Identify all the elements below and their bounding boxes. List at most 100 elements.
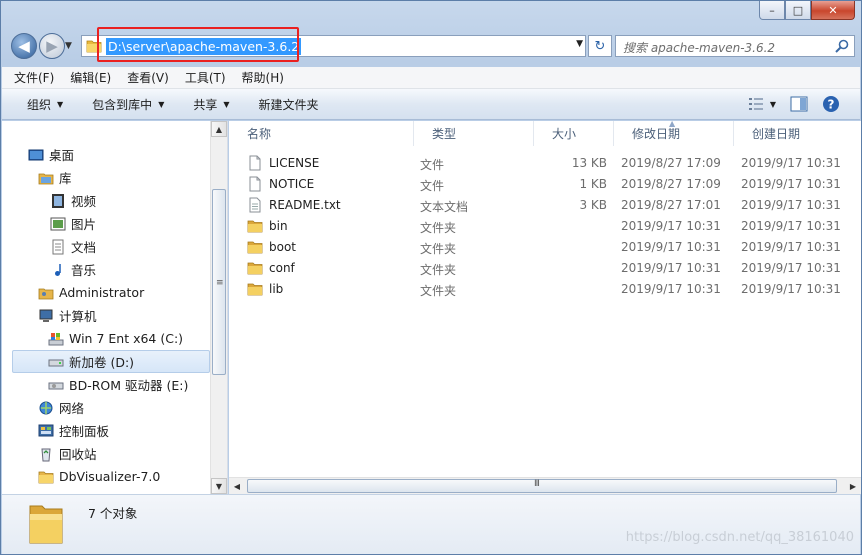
nav-item-label: 桌面 — [49, 148, 75, 163]
search-placeholder[interactable]: 搜索 apache-maven-3.6.2 — [623, 39, 775, 56]
toolbar-right: ▼ ? — [734, 95, 840, 113]
nav-item-network[interactable]: 网络 — [38, 396, 84, 419]
caption-buttons: – □ ✕ — [759, 1, 855, 20]
scroll-up-button[interactable]: ▲ — [211, 121, 227, 137]
address-dropdown-icon[interactable]: ▼ — [576, 39, 583, 49]
file-row[interactable]: boot 文件夹 2019/9/17 10:31 2019/9/17 10:31 — [229, 237, 861, 258]
nav-vertical-scrollbar[interactable]: ▲ ≡ ▼ — [210, 121, 227, 494]
minimize-button[interactable]: – — [759, 1, 785, 20]
nav-item-dbvisualizer[interactable]: DbVisualizer-7.0 — [38, 465, 160, 488]
file-name-cell[interactable]: boot — [247, 239, 296, 255]
nav-item-control-panel[interactable]: 控制面板 — [38, 419, 109, 442]
folder-icon — [247, 220, 263, 233]
nav-item-drive-e[interactable]: BD-ROM 驱动器 (E:) — [48, 373, 188, 396]
file-row[interactable]: NOTICE 文件 1 KB 2019/8/27 17:09 2019/9/17 10:… — [229, 174, 861, 195]
nav-item-label: DbVisualizer-7.0 — [59, 469, 161, 484]
new-folder-button[interactable]: 新建文件夹 — [259, 96, 319, 113]
nav-item-music[interactable]: 音乐 — [50, 258, 96, 281]
view-options-button[interactable]: ▼ — [748, 97, 776, 111]
file-name-cell[interactable]: bin — [247, 218, 288, 234]
scroll-left-button[interactable]: ◀ — [229, 478, 245, 494]
file-modified: 2019/9/17 10:31 — [621, 261, 721, 275]
nav-item-administrator[interactable]: Administrator — [38, 281, 144, 304]
file-name-cell[interactable]: README.txt — [247, 197, 341, 213]
file-row[interactable]: README.txt 文本文档 3 KB 2019/8/27 17:01 2019/9/… — [229, 195, 861, 216]
file-modified: 2019/9/17 10:31 — [621, 219, 721, 233]
nav-item-pictures[interactable]: 图片 — [50, 212, 96, 235]
include-in-library-button[interactable]: 包含到库中 ▼ — [92, 96, 164, 113]
nav-item-drive-d[interactable]: 新加卷 (D:) — [12, 350, 210, 373]
nav-item-desktop[interactable]: 桌面 — [28, 143, 74, 166]
help-button[interactable]: ? — [822, 95, 840, 113]
file-row[interactable]: LICENSE 文件 13 KB 2019/8/27 17:09 2019/9/17 1… — [229, 153, 861, 174]
file-row[interactable]: conf 文件夹 2019/9/17 10:31 2019/9/17 10:31 — [229, 258, 861, 279]
nav-item-library[interactable]: 库 — [38, 166, 72, 189]
search-icon[interactable] — [834, 38, 850, 54]
forward-button[interactable]: ▶ — [39, 33, 65, 59]
nav-item-videos[interactable]: 视频 — [50, 189, 96, 212]
file-modified: 2019/8/27 17:09 — [621, 177, 721, 191]
nav-item-computer[interactable]: 计算机 — [38, 304, 97, 327]
file-name-cell[interactable]: lib — [247, 281, 283, 297]
history-dropdown-icon[interactable]: ▼ — [65, 41, 72, 51]
file-name-cell[interactable]: LICENSE — [247, 155, 319, 171]
file-modified: 2019/9/17 10:31 — [621, 240, 721, 254]
file-name: LICENSE — [269, 156, 320, 170]
nav-item-documents[interactable]: 文档 — [50, 235, 96, 258]
horizontal-scrollbar[interactable]: ◀ III ▶ — [229, 477, 861, 494]
back-button[interactable]: ◀ — [11, 33, 37, 59]
close-button[interactable]: ✕ — [811, 1, 855, 20]
file-size: 13 KB — [571, 156, 607, 170]
navigation-pane: 桌面 库 视频 图片 文档 音乐 Administrator 计算机 Win 7… — [2, 121, 228, 494]
nav-item-label: BD-ROM 驱动器 (E:) — [69, 378, 189, 393]
menu-tools[interactable]: 工具(T) — [185, 69, 226, 86]
maximize-button[interactable]: □ — [785, 1, 811, 20]
file-row[interactable]: lib 文件夹 2019/9/17 10:31 2019/9/17 10:31 — [229, 279, 861, 300]
file-modified: 2019/9/17 10:31 — [621, 282, 721, 296]
file-type: 文本文档 — [420, 200, 469, 214]
organize-button[interactable]: 组织 ▼ — [27, 96, 63, 113]
hscroll-thumb[interactable]: III — [247, 479, 837, 493]
system-drive-icon — [48, 332, 64, 345]
nav-item-label: Win 7 Ent x64 (C:) — [69, 331, 184, 346]
search-box[interactable]: 搜索 apache-maven-3.6.2 — [615, 35, 855, 57]
nav-item-recycle-bin[interactable]: 回收站 — [38, 442, 97, 465]
file-name: bin — [269, 219, 288, 233]
menu-file[interactable]: 文件(F) — [14, 69, 54, 86]
desktop-icon — [28, 149, 44, 160]
scroll-thumb[interactable]: ≡ — [212, 189, 226, 375]
file-name-cell[interactable]: NOTICE — [247, 176, 314, 192]
folder-icon — [29, 505, 63, 544]
preview-pane-icon — [790, 96, 808, 112]
menu-view[interactable]: 查看(V) — [127, 69, 169, 86]
scroll-right-button[interactable]: ▶ — [845, 478, 861, 494]
library-icon — [38, 173, 54, 184]
file-row[interactable]: bin 文件夹 2019/9/17 10:31 2019/9/17 10:31 — [229, 216, 861, 237]
include-in-library-label: 包含到库中 — [92, 97, 153, 112]
nav-item-label: 计算机 — [59, 309, 97, 324]
address-highlight-box — [97, 27, 299, 62]
column-type[interactable]: 类型 — [414, 121, 534, 146]
file-created: 2019/9/17 10:31 — [741, 219, 841, 233]
menu-help[interactable]: 帮助(H) — [242, 69, 284, 86]
nav-item-label: 回收站 — [59, 447, 97, 462]
file-created: 2019/9/17 10:31 — [741, 156, 841, 170]
music-icon — [55, 263, 61, 276]
scroll-down-button[interactable]: ▼ — [211, 478, 227, 494]
command-bar: 组织 ▼ 包含到库中 ▼ 共享 ▼ 新建文件夹 ▼ ? — [2, 89, 860, 120]
nav-item-label: 音乐 — [71, 263, 97, 278]
menu-edit[interactable]: 编辑(E) — [70, 69, 111, 86]
file-created: 2019/9/17 10:31 — [741, 198, 841, 212]
nav-item-label: 库 — [59, 171, 72, 186]
file-icon — [249, 176, 261, 192]
refresh-button[interactable]: ↻ — [588, 35, 612, 57]
column-created[interactable]: 创建日期 — [734, 121, 861, 146]
nav-item-label: 新加卷 (D:) — [69, 355, 135, 370]
column-name[interactable]: 名称 — [229, 121, 414, 146]
file-name: NOTICE — [269, 177, 315, 191]
nav-item-drive-c[interactable]: Win 7 Ent x64 (C:) — [48, 327, 183, 350]
column-size[interactable]: 大小 — [534, 121, 614, 146]
share-button[interactable]: 共享 ▼ — [193, 96, 229, 113]
file-name-cell[interactable]: conf — [247, 260, 295, 276]
preview-pane-button[interactable] — [790, 96, 808, 112]
